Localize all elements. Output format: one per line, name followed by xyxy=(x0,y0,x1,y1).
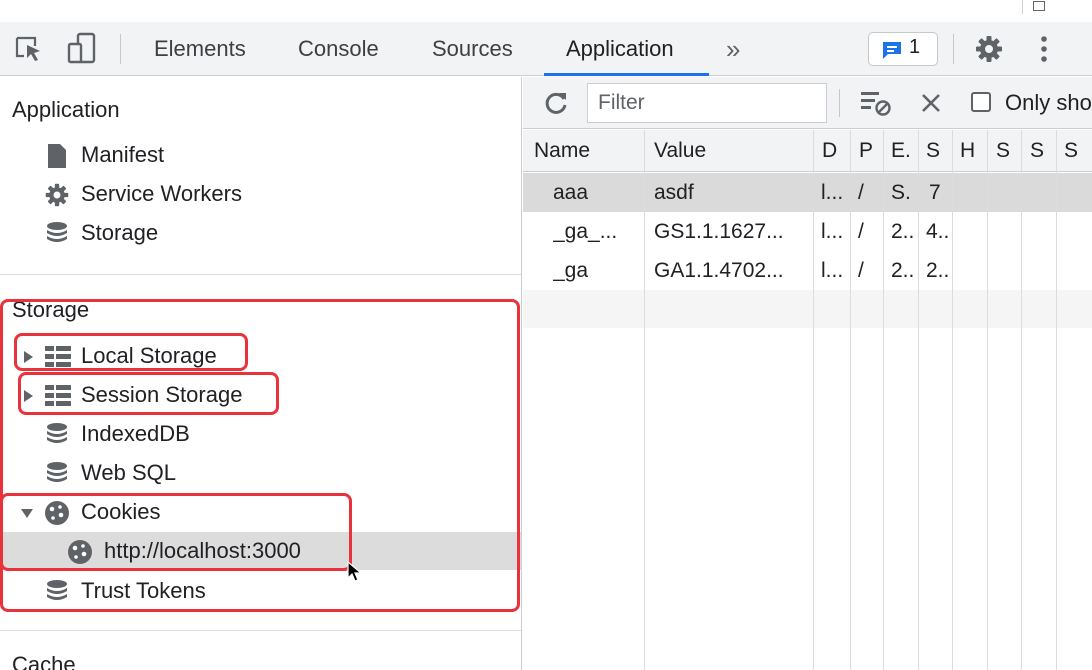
cookie-size: 4.. xyxy=(926,220,950,243)
sidebar-item-manifest[interactable]: Manifest xyxy=(0,136,521,174)
database-icon xyxy=(47,222,67,242)
active-tab-indicator xyxy=(544,73,709,76)
column-divider xyxy=(918,130,919,670)
column-divider xyxy=(952,130,953,670)
column-divider xyxy=(883,130,884,670)
issues-count: 1 xyxy=(909,36,921,58)
column-divider xyxy=(850,130,851,670)
toolbar-divider xyxy=(953,34,954,64)
cookie-domain: l... xyxy=(821,259,844,282)
annotation-box-local-storage xyxy=(14,333,248,371)
column-divider xyxy=(1056,130,1057,670)
gear-icon xyxy=(45,183,69,207)
device-toolbar-icon[interactable] xyxy=(66,32,98,64)
devtools-toolbar: Elements Console Sources Application » 1 xyxy=(0,22,1092,76)
toolbar-divider xyxy=(120,34,121,64)
application-section-title: Application xyxy=(12,97,120,122)
clear-filtered-cookies-icon[interactable] xyxy=(860,89,892,117)
issues-counter-button[interactable]: 1 xyxy=(868,32,938,66)
table-row-empty xyxy=(523,290,1092,328)
column-divider xyxy=(1021,130,1022,670)
more-options-icon[interactable] xyxy=(1038,34,1050,64)
cookie-expires: 2.. xyxy=(891,259,915,282)
only-show-label: Only show xyxy=(1005,90,1092,115)
inspect-element-icon[interactable] xyxy=(14,35,44,63)
table-row[interactable]: _ga GA1.1.4702... l... / 2.. 2.. xyxy=(523,251,1092,290)
cookie-path: / xyxy=(858,181,864,204)
extension-corner xyxy=(1022,0,1092,14)
column-header-value[interactable]: Value xyxy=(654,139,706,163)
browser-top-strip xyxy=(0,0,1092,22)
cookie-size: 7 xyxy=(929,181,941,204)
cookie-name: aaa xyxy=(553,181,589,204)
column-header-size[interactable]: S xyxy=(926,139,940,163)
clear-all-icon[interactable] xyxy=(921,93,941,113)
section-divider xyxy=(0,274,521,275)
column-header-path[interactable]: P xyxy=(859,139,873,163)
message-icon xyxy=(883,42,901,59)
tab-elements[interactable]: Elements xyxy=(154,22,246,76)
table-header: Name Value D P E. S H S S S xyxy=(523,130,1092,172)
cookie-domain: l... xyxy=(821,220,844,243)
extension-icon xyxy=(1033,1,1045,12)
column-header-secure[interactable]: S xyxy=(996,139,1010,163)
cookie-expires: S. xyxy=(891,181,911,204)
section-divider xyxy=(0,630,521,631)
cookie-value: GA1.1.4702... xyxy=(654,259,784,282)
table-row[interactable]: aaa asdf l... / S. 7 xyxy=(523,173,1092,212)
annotation-box-cookies xyxy=(0,493,352,571)
column-header-httponly[interactable]: H xyxy=(960,139,975,163)
toolbar-divider xyxy=(839,89,840,117)
cookie-path: / xyxy=(858,220,864,243)
sidebar-item-label: Manifest xyxy=(81,142,165,167)
cookie-value: asdf xyxy=(654,181,694,204)
cache-section-title: Cache xyxy=(12,652,76,670)
sidebar-item-service-workers[interactable]: Service Workers xyxy=(0,175,521,213)
cookie-size: 2.. xyxy=(926,259,950,282)
column-divider xyxy=(813,130,814,670)
column-divider xyxy=(987,130,988,670)
file-icon xyxy=(48,144,66,168)
tab-sources[interactable]: Sources xyxy=(432,22,513,76)
sidebar-item-label: Service Workers xyxy=(81,181,242,206)
cookie-expires: 2.. xyxy=(891,220,915,243)
settings-gear-icon[interactable] xyxy=(974,34,1004,64)
mouse-cursor-icon xyxy=(347,561,363,582)
cookies-toolbar: Only show xyxy=(523,77,1092,129)
table-row[interactable]: _ga_... GS1.1.1627... l... / 2.. 4.. xyxy=(523,212,1092,251)
column-header-domain[interactable]: D xyxy=(822,139,837,163)
column-header-expires[interactable]: E. xyxy=(891,139,911,163)
sidebar-item-storage[interactable]: Storage xyxy=(0,214,521,252)
column-divider xyxy=(644,130,645,670)
cookies-panel: Only show Name Value D P E. S H S S S aa… xyxy=(523,77,1092,670)
column-header-sameparty[interactable]: S xyxy=(1064,139,1078,163)
only-show-checkbox[interactable] xyxy=(971,92,991,112)
tab-console[interactable]: Console xyxy=(298,22,379,76)
column-header-samesite[interactable]: S xyxy=(1030,139,1044,163)
cookie-domain: l... xyxy=(821,181,844,204)
cookie-path: / xyxy=(858,259,864,282)
cookie-name: _ga xyxy=(553,259,589,282)
column-header-name[interactable]: Name xyxy=(534,139,590,163)
sidebar-item-label: Storage xyxy=(81,220,159,245)
annotation-box-session-storage xyxy=(18,372,279,415)
filter-input[interactable] xyxy=(587,83,827,123)
more-tabs-button[interactable]: » xyxy=(726,22,740,76)
refresh-icon[interactable] xyxy=(543,90,569,116)
application-sidebar: Application Manifest Service Workers Sto… xyxy=(0,77,522,670)
cookie-value: GS1.1.1627... xyxy=(654,220,784,243)
cookie-name: _ga_... xyxy=(553,220,618,243)
tab-application[interactable]: Application xyxy=(566,22,674,76)
